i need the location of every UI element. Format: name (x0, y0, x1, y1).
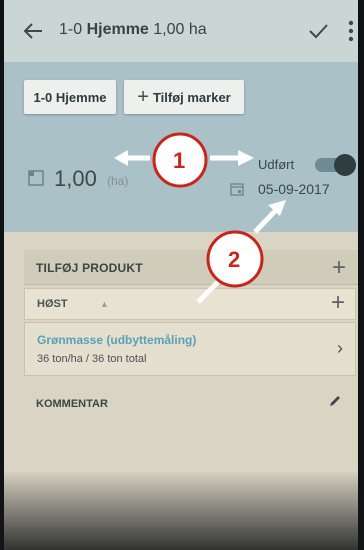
more-options-icon[interactable] (347, 18, 355, 44)
add-marker-button[interactable]: + Tilføj marker (124, 80, 244, 114)
photo-vignette (0, 470, 364, 550)
done-label: Udført (258, 157, 295, 172)
plus-icon: + (137, 85, 149, 108)
title-field-name: Hjemme (86, 21, 149, 38)
area-icon (28, 170, 44, 186)
app-screen: 1-0 Hjemme 1,00 ha 1-0 Hjemme + Tilføj m… (4, 0, 358, 550)
product-name: Grønmasse (udbyttemåling) (37, 333, 197, 347)
check-icon[interactable] (307, 20, 329, 42)
harvest-group-label: HØST (37, 298, 68, 310)
field-chip-label: 1-0 Hjemme (33, 89, 107, 105)
product-amount: 36 ton/ha / 36 ton total (37, 353, 147, 365)
comment-title: KOMMENTAR (36, 398, 108, 410)
chevron-right-icon: › (337, 338, 343, 358)
done-toggle-knob[interactable] (334, 154, 356, 176)
add-harvest-plus-icon[interactable]: + (331, 289, 345, 317)
add-product-title: TILFØJ PRODUKT (36, 261, 143, 275)
collapse-caret-icon[interactable]: ▲ (100, 299, 109, 309)
app-bar: 1-0 Hjemme 1,00 ha (4, 0, 358, 62)
area-value[interactable]: 1,00 (54, 166, 97, 192)
task-date[interactable]: 05-09-2017 (258, 181, 330, 197)
harvest-group-row[interactable]: HØST ▲ + (24, 288, 356, 320)
add-marker-label: Tilføj marker (152, 89, 231, 105)
area-unit: (ha) (107, 174, 129, 188)
pencil-icon[interactable] (328, 394, 342, 408)
page-title: 1-0 Hjemme 1,00 ha (59, 21, 207, 39)
product-list-item[interactable]: Grønmasse (udbyttemåling) 36 ton/ha / 36… (24, 322, 356, 376)
calendar-icon (230, 183, 244, 196)
back-arrow-icon[interactable] (22, 20, 44, 42)
field-chip[interactable]: 1-0 Hjemme (24, 80, 116, 114)
add-product-header: TILFØJ PRODUKT + (24, 250, 358, 285)
title-suffix: 1,00 ha (148, 21, 207, 38)
add-product-plus-icon[interactable]: + (332, 254, 346, 282)
title-prefix: 1-0 (59, 21, 87, 38)
